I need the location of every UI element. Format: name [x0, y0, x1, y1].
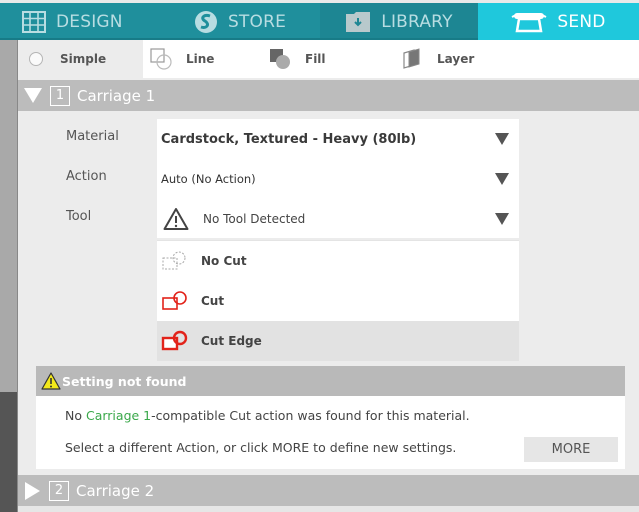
tab-send[interactable]: SEND	[478, 3, 639, 40]
collapse-triangle-icon[interactable]	[24, 88, 42, 103]
material-dropdown[interactable]: Cardstock, Textured - Heavy (80lb)	[157, 119, 519, 159]
tool-option-cut-edge-label: Cut Edge	[201, 334, 262, 348]
grid-icon	[22, 10, 46, 33]
carriage-1-header[interactable]: 1 Carriage 1	[18, 80, 639, 111]
radio-icon	[28, 51, 44, 67]
tool-option-cut[interactable]: Cut	[157, 281, 519, 321]
tool-option-no-cut-label: No Cut	[201, 254, 247, 268]
tool-option-cut-edge[interactable]: Cut Edge	[157, 321, 519, 361]
mode-tab-simple[interactable]: Simple	[18, 40, 143, 78]
carriage-2-number: 2	[49, 480, 69, 501]
no-cut-icon	[161, 249, 191, 273]
tool-option-cut-label: Cut	[201, 294, 225, 308]
carriage-1-number: 1	[50, 85, 70, 106]
setting-not-found-alert: Setting not found No Carriage 1-compatib…	[36, 366, 625, 469]
carriage-2-body-edge	[18, 506, 639, 512]
warning-icon	[41, 372, 61, 390]
layer-mode-icon	[401, 48, 423, 70]
mode-tab-fill-label: Fill	[305, 52, 326, 66]
more-button[interactable]: MORE	[524, 437, 618, 462]
tab-library-label: LIBRARY	[381, 11, 453, 32]
line-mode-icon	[150, 48, 172, 70]
action-label: Action	[66, 169, 107, 184]
mode-tab-line[interactable]: Line	[143, 40, 268, 78]
material-value: Cardstock, Textured - Heavy (80lb)	[161, 131, 417, 147]
tab-design-label: DESIGN	[56, 11, 123, 32]
alert-text-prefix: No	[65, 408, 86, 423]
alert-title: Setting not found	[62, 373, 187, 389]
chevron-down-icon	[495, 213, 509, 225]
tab-send-label: SEND	[557, 11, 606, 32]
carriage-1-settings-panel: Cardstock, Textured - Heavy (80lb) Auto …	[157, 119, 519, 238]
mode-tab-simple-label: Simple	[60, 52, 107, 66]
carriage-2-title: Carriage 2	[76, 481, 155, 500]
cut-edge-icon	[161, 329, 191, 353]
tool-options-list: No Cut Cut Cut Edge	[157, 240, 519, 361]
tab-store[interactable]: STORE	[160, 3, 320, 40]
expand-triangle-icon[interactable]	[25, 481, 40, 500]
store-logo-icon	[194, 10, 218, 34]
tool-option-no-cut[interactable]: No Cut	[157, 241, 519, 281]
warning-icon	[163, 207, 189, 231]
top-nav-tabs: DESIGN STORE LIBRARY SEND	[0, 3, 639, 40]
alert-carriage-highlight: Carriage 1	[85, 408, 152, 423]
chevron-down-icon	[495, 133, 509, 145]
tab-library[interactable]: LIBRARY	[320, 3, 478, 40]
alert-message-line-2: Select a different Action, or click MORE…	[65, 440, 457, 455]
fill-mode-icon	[269, 48, 291, 70]
tab-design[interactable]: DESIGN	[0, 3, 160, 40]
cutter-machine-icon	[511, 11, 547, 33]
tool-label: Tool	[66, 209, 92, 224]
action-value: Auto (No Action)	[161, 172, 256, 186]
mode-tab-line-label: Line	[186, 52, 215, 66]
carriage-2-header[interactable]: 2 Carriage 2	[18, 475, 639, 506]
action-dropdown[interactable]: Auto (No Action)	[157, 159, 519, 199]
library-download-icon	[345, 11, 371, 33]
cut-icon	[161, 289, 191, 313]
tool-value: No Tool Detected	[203, 212, 306, 226]
mode-tab-layer-label: Layer	[437, 52, 475, 66]
send-mode-tabs: Simple Line Fill Layer	[18, 40, 639, 78]
left-panel-edge-dark	[0, 392, 17, 512]
chevron-down-icon	[495, 173, 509, 185]
material-label: Material	[66, 129, 119, 144]
tool-dropdown[interactable]: No Tool Detected	[157, 199, 519, 239]
alert-header: Setting not found	[36, 366, 625, 396]
mode-tab-fill[interactable]: Fill	[268, 40, 394, 78]
carriage-1-title: Carriage 1	[77, 86, 156, 105]
mode-tab-layer[interactable]: Layer	[394, 40, 554, 78]
alert-text-suffix: -compatible Cut action was found for thi…	[151, 408, 470, 423]
alert-message-line-1: No Carriage 1-compatible Cut action was …	[65, 408, 470, 423]
top-nav-bar: DESIGN STORE LIBRARY SEND	[0, 0, 639, 40]
tab-store-label: STORE	[227, 11, 287, 32]
